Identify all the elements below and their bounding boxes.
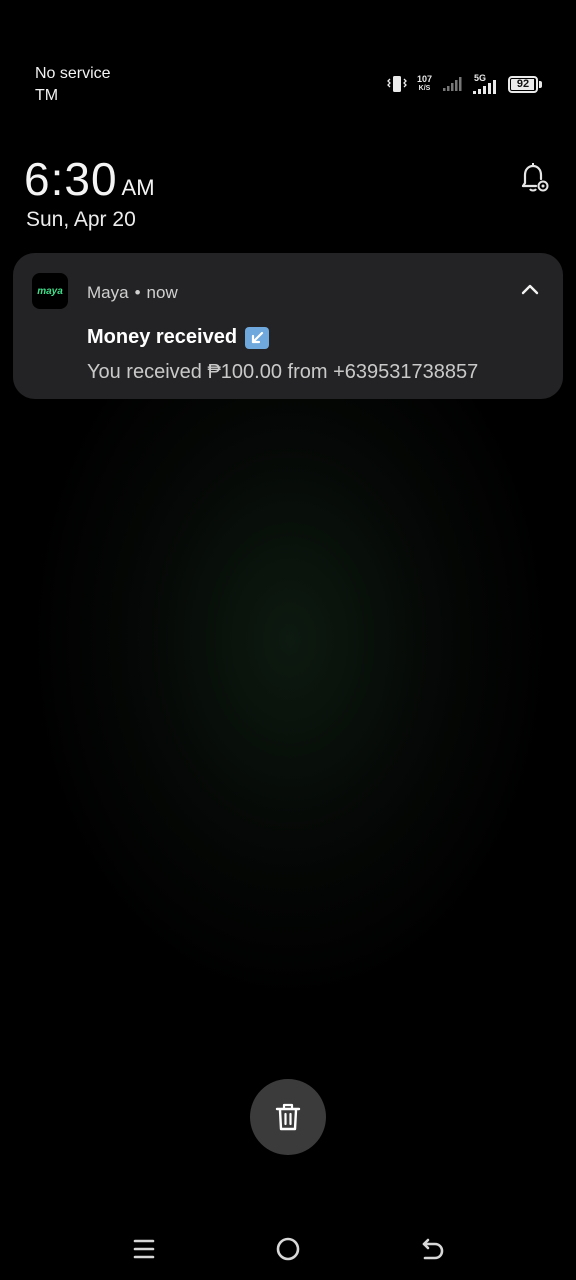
notification-title-row: Money received: [87, 326, 270, 349]
status-bar-carrier: No service TM: [35, 63, 111, 107]
navigation-bar: [0, 1224, 576, 1272]
clear-notifications-button[interactable]: [250, 1079, 326, 1155]
notification-time: now: [146, 283, 178, 302]
notification-app-name: Maya: [87, 283, 129, 302]
back-icon[interactable]: [417, 1234, 447, 1264]
battery-icon: 92: [508, 75, 542, 93]
trash-icon: [275, 1103, 301, 1131]
clock-ampm: AM: [121, 175, 155, 200]
home-icon[interactable]: [273, 1234, 303, 1264]
notification-title: Money received: [87, 326, 238, 348]
carrier-name: TM: [35, 87, 59, 104]
menu-icon[interactable]: [129, 1234, 159, 1264]
notification-separator: •: [134, 283, 141, 302]
notification-body: You received ₱100.00 from +639531738857: [87, 361, 479, 383]
signal-icon-sim1: [443, 77, 462, 91]
signal-icon-5g: 5G: [472, 73, 498, 95]
notification-header: Maya • now: [87, 283, 178, 303]
speed-unit: K/S: [418, 85, 431, 92]
maya-app-icon: maya: [32, 273, 68, 309]
notification-settings-icon[interactable]: [516, 160, 552, 196]
speed-value: 107: [416, 74, 432, 84]
maya-notification-card[interactable]: maya Maya • now Money received You recei…: [13, 253, 563, 399]
collapse-chevron-icon[interactable]: [519, 279, 541, 301]
app-icon-text: maya: [37, 285, 63, 297]
network-speed: 107 K/S: [417, 75, 432, 93]
lockscreen-clock: 6:30 AM: [24, 152, 155, 206]
arrow-down-left-icon: [245, 326, 270, 349]
carrier-status: No service: [35, 65, 111, 82]
clock-time: 6:30: [24, 153, 118, 205]
battery-level: 92: [516, 78, 530, 90]
status-bar-icons: 107 K/S 5G 92: [387, 72, 542, 96]
vibrate-icon: [387, 76, 407, 92]
lockscreen-date: Sun, Apr 20: [26, 208, 136, 231]
